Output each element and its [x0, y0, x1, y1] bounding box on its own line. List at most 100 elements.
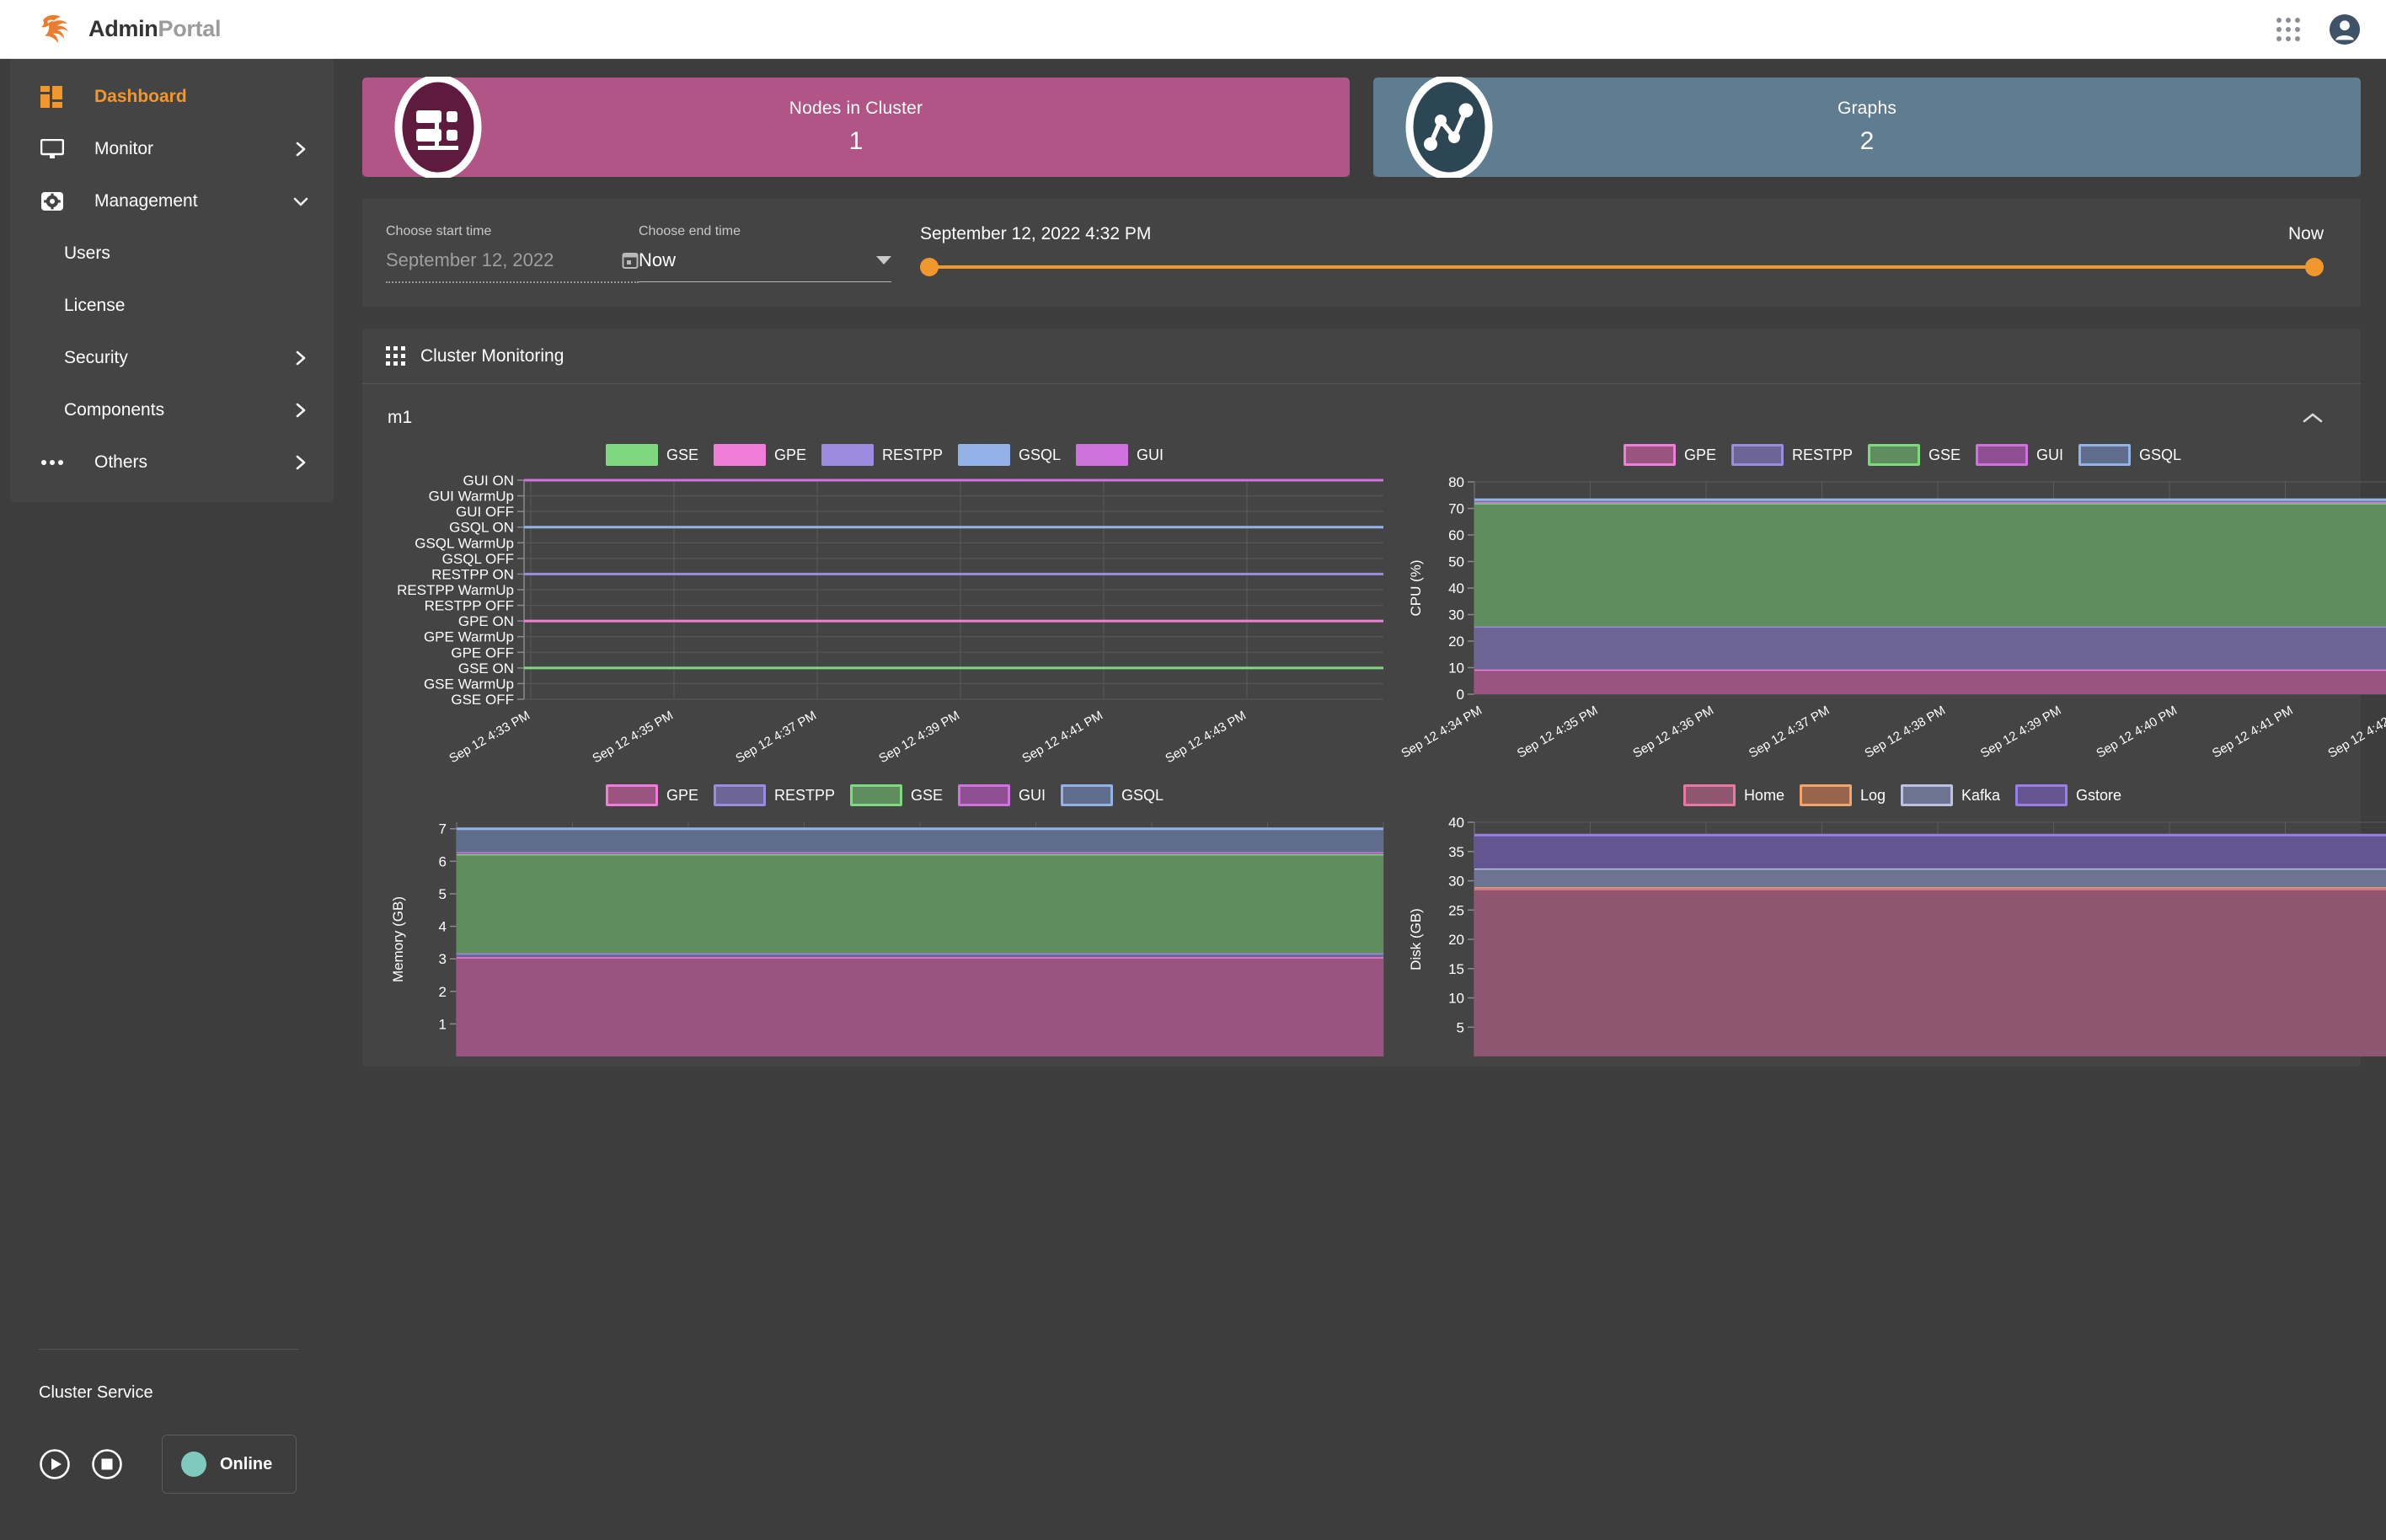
legend-swatch [713, 444, 766, 466]
legend-label: Kafka [1961, 786, 2001, 804]
legend-item[interactable]: GSQL [2078, 444, 2181, 466]
stat-card-nodes-in-cluster[interactable]: Nodes in Cluster 1 [362, 77, 1350, 178]
legend-label: GSQL [1121, 786, 1164, 804]
end-time-underline [639, 281, 891, 282]
legend-label: GUI [1019, 786, 1046, 804]
svg-text:3: 3 [439, 951, 447, 967]
legend-item[interactable]: RESTPP [713, 784, 835, 806]
stat-card-title: Graphs [1837, 99, 1897, 118]
sidebar-item-components[interactable]: Components [10, 384, 334, 436]
legend-item[interactable]: Kafka [1901, 784, 2000, 806]
account-circle-icon[interactable] [2329, 13, 2361, 45]
chevron-down-icon[interactable] [876, 256, 891, 265]
svg-text:GSE OFF: GSE OFF [451, 692, 514, 708]
legend-item[interactable]: RESTPP [821, 444, 943, 466]
legend-item[interactable]: GPE [1623, 444, 1716, 466]
time-range-slider[interactable]: September 12, 2022 4:32 PM Now [920, 224, 2324, 276]
brand-primary: Admin [88, 16, 158, 41]
status-label: Online [220, 1454, 273, 1473]
chart-plot-area[interactable]: 5 10 15 20 25 30 35 40 Disk (GB) [1399, 814, 2386, 1067]
stat-card-title: Nodes in Cluster [789, 99, 923, 118]
stat-card-graphs[interactable]: Graphs 2 [1373, 77, 2361, 178]
graph-network-icon [1405, 77, 1493, 178]
sidebar-item-label: Management [94, 191, 198, 211]
stop-circle-icon[interactable] [91, 1448, 123, 1480]
slider-handle-end[interactable] [2305, 258, 2324, 276]
svg-text:Sep 12 4:39 PM: Sep 12 4:39 PM [1978, 703, 2064, 762]
sidebar-item-monitor[interactable]: Monitor [10, 123, 334, 175]
svg-text:Sep 12 4:39 PM: Sep 12 4:39 PM [876, 709, 962, 767]
legend-item[interactable]: GUI [1976, 444, 2063, 466]
legend-item[interactable]: GSQL [1061, 784, 1164, 806]
legend-item[interactable]: Home [1683, 784, 1784, 806]
end-time-field[interactable]: Choose end time Now [639, 224, 891, 282]
chart-legend: GSE GPE RESTPP GSQL GUI [381, 436, 1388, 473]
apps-grid-icon[interactable] [2276, 17, 2300, 41]
svg-text:80: 80 [1448, 474, 1464, 490]
svg-text:Memory (GB): Memory (GB) [390, 896, 406, 982]
legend-item[interactable]: GSQL [958, 444, 1061, 466]
legend-swatch [2015, 784, 2068, 806]
legend-item[interactable]: GPE [713, 444, 806, 466]
calendar-icon[interactable] [622, 251, 639, 270]
sidebar-item-security[interactable]: Security [10, 332, 334, 384]
svg-text:GPE OFF: GPE OFF [451, 644, 514, 660]
sidebar-item-others[interactable]: Others [10, 436, 334, 489]
svg-text:GUI WarmUp: GUI WarmUp [429, 489, 514, 505]
legend-item[interactable]: GPE [605, 784, 698, 806]
top-bar: AdminPortal [0, 0, 2386, 59]
legend-item[interactable]: Gstore [2015, 784, 2121, 806]
slider-handle-start[interactable] [920, 258, 939, 276]
svg-text:Sep 12 4:41 PM: Sep 12 4:41 PM [2210, 703, 2296, 762]
legend-item[interactable]: GSE [605, 444, 698, 466]
chart-disk: Home Log Kafka Gstore 5 10 15 20 25 30 35 40 Dis… [1394, 777, 2386, 1067]
chart-cpu: GPE RESTPP GSE GUI GSQL 0 10 20 30 40 50 60 70 8… [1394, 436, 2386, 777]
svg-text:20: 20 [1448, 932, 1464, 948]
tiger-logo-icon [41, 14, 68, 43]
svg-text:Sep 12 4:34 PM: Sep 12 4:34 PM [1399, 703, 1485, 762]
chevron-right-icon [296, 350, 306, 366]
start-time-field[interactable]: Choose start time September 12, 2022 [386, 224, 639, 283]
legend-item[interactable]: GUI [958, 784, 1046, 806]
grid-dots-icon [386, 346, 405, 366]
chart-plot-area[interactable]: 1 2 3 4 5 6 7 Memory (GB) [381, 814, 1388, 1067]
sidebar: Dashboard Monitor Management Users Licen… [0, 59, 337, 1540]
status-badge[interactable]: Online [162, 1435, 297, 1494]
legend-label: GUI [2036, 446, 2064, 463]
svg-text:Sep 12 4:33 PM: Sep 12 4:33 PM [447, 709, 532, 767]
svg-text:RESTPP ON: RESTPP ON [431, 566, 514, 582]
legend-item[interactable]: GUI [1076, 444, 1164, 466]
legend-swatch [1731, 444, 1784, 466]
legend-item[interactable]: GSE [849, 784, 943, 806]
legend-swatch [713, 784, 766, 806]
sidebar-item-management[interactable]: Management [10, 175, 334, 227]
sidebar-item-dashboard[interactable]: Dashboard [10, 71, 334, 123]
play-circle-icon[interactable] [39, 1448, 71, 1480]
cluster-service-title: Cluster Service [39, 1383, 153, 1402]
svg-text:Sep 12 4:36 PM: Sep 12 4:36 PM [1630, 703, 1716, 762]
legend-item[interactable]: RESTPP [1731, 444, 1853, 466]
brand[interactable]: AdminPortal [38, 13, 222, 46]
legend-label: GSE [1928, 446, 1961, 463]
chart-plot-area[interactable]: GUI ON GUI WarmUp GUI OFF GSQL ON GSQL WarmU… [381, 473, 1388, 777]
legend-item[interactable]: Log [1799, 784, 1886, 806]
chart-plot-area[interactable]: 0 10 20 30 40 50 60 70 80 Sep 12 4:34 PM Sep 12 4:… [1399, 473, 2386, 777]
svg-text:GSE ON: GSE ON [458, 660, 514, 676]
svg-text:CPU (%): CPU (%) [1408, 559, 1424, 616]
sidebar-item-license[interactable]: License [10, 280, 334, 332]
legend-label: GSE [666, 446, 698, 463]
legend-label: GSQL [2139, 446, 2182, 463]
panel-header: Cluster Monitoring [362, 329, 2361, 384]
legend-swatch [605, 444, 658, 466]
svg-text:Disk (GB): Disk (GB) [1408, 908, 1424, 971]
sidebar-item-users[interactable]: Users [10, 227, 334, 280]
legend-swatch [1076, 444, 1129, 466]
svg-text:4: 4 [439, 919, 447, 935]
chevron-up-icon[interactable] [2302, 411, 2324, 425]
svg-text:60: 60 [1448, 527, 1464, 543]
cluster-nodes-icon [394, 77, 482, 178]
brand-secondary: Portal [158, 16, 222, 41]
legend-item[interactable]: GSE [1867, 444, 1961, 466]
chevron-right-icon [296, 142, 306, 157]
legend-swatch [1061, 784, 1114, 806]
